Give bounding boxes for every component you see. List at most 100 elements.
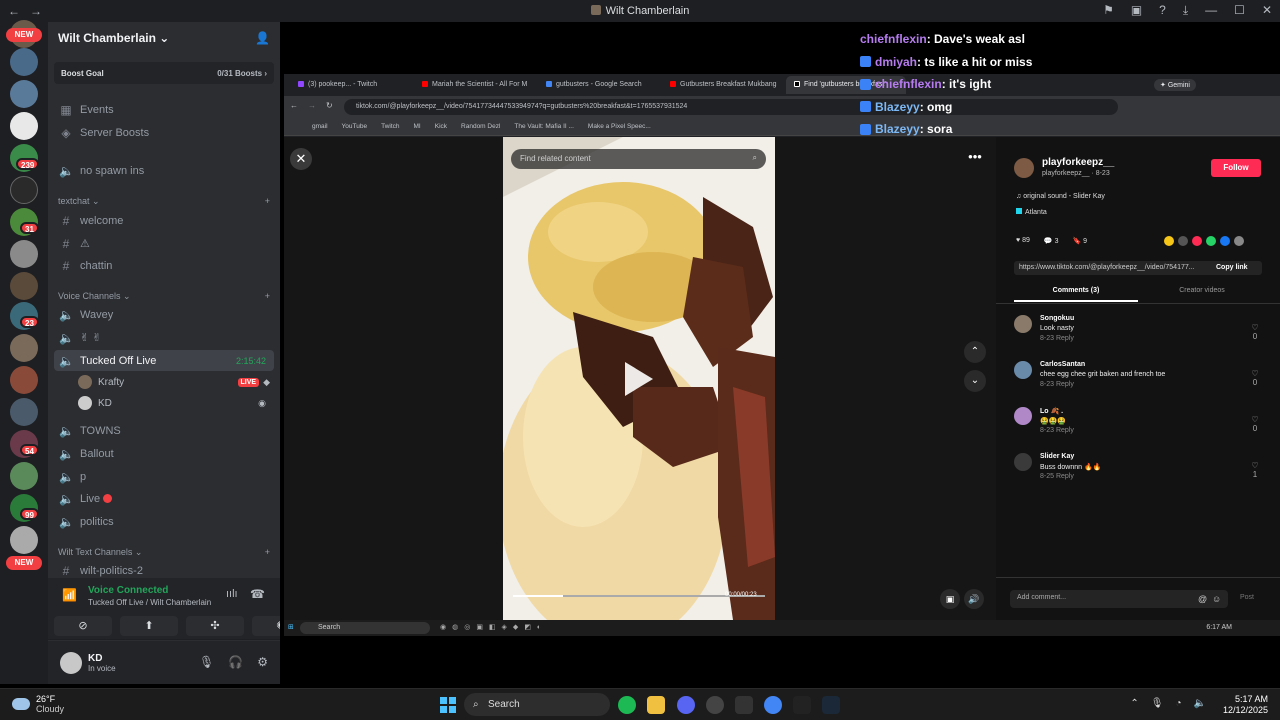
voice-channel-live[interactable]: 🔈 Live [54,488,274,509]
voice-channel-no-spawn[interactable]: 🔈 no spawn ins [54,160,274,181]
channel-warning[interactable]: # ⚠ [54,233,274,254]
weather-widget[interactable]: 26°F Cloudy [12,694,64,714]
server-icon[interactable] [10,176,38,204]
pip-icon[interactable]: ▣ [940,589,960,609]
taskbar-search[interactable]: ⌕ Search [464,693,610,716]
voice-channel-towns[interactable]: 🔈 TOWNS [54,420,274,441]
bookmark[interactable]: The Vault: Mafia II ... [514,123,574,130]
avatar[interactable] [1014,453,1032,471]
server-icon[interactable] [10,398,38,426]
author-avatar[interactable] [1014,158,1034,178]
server-icon[interactable] [10,80,38,108]
facebook-icon[interactable] [1220,236,1230,246]
voice-status[interactable]: Voice Connected [88,585,168,596]
author-name[interactable]: playforkeepz__ [1042,157,1114,168]
location-tag[interactable]: Atlanta [1016,208,1047,216]
copy-link-button[interactable]: Copy link [1216,264,1248,271]
bookmark[interactable]: Twitch [381,123,399,130]
share-screen-button[interactable]: ⬆ [120,616,178,636]
server-icon[interactable] [10,112,38,140]
forward-share-icon[interactable] [1234,236,1244,246]
like-button[interactable]: ♥ 89 [1016,237,1030,245]
close-video-button[interactable]: ✕ [290,148,312,170]
boost-goal[interactable]: Boost Goal 0/31 Boosts › [54,62,274,84]
post-button[interactable]: Post [1240,594,1254,601]
bookmark[interactable]: Random Dezl [461,123,500,130]
download-icon[interactable]: ⤓ [1183,3,1188,18]
channel-chattin[interactable]: # chattin [54,255,274,276]
avatar[interactable] [1014,361,1032,379]
volume-icon[interactable]: 🔊 [964,589,984,609]
comment-like[interactable]: ♡ 0 [1248,369,1262,387]
minimize-icon[interactable]: — [1205,3,1217,18]
voice-user-kd[interactable]: KD ◉ [78,393,270,413]
server-icon[interactable] [10,240,38,268]
follow-button[interactable]: Follow [1211,159,1261,177]
events-item[interactable]: ▦ Events [54,99,274,120]
avatar[interactable] [60,651,82,674]
share-icon[interactable] [1164,236,1174,246]
browser-tab[interactable]: Mariah the Scientist - All For M [414,76,534,94]
comment-like[interactable]: ♡ 0 [1248,323,1262,341]
close-icon[interactable]: ✕ [1262,3,1272,18]
mic-icon[interactable]: 🎙 [199,655,214,669]
disconnect-icon[interactable]: ☎ [250,587,265,601]
next-video-button[interactable]: ⌄ [964,370,986,392]
app-icon[interactable] [706,696,724,714]
tab-comments[interactable]: Comments (3) [1014,287,1138,302]
epic-games-icon[interactable] [735,696,753,714]
gemini-button[interactable]: ✦ Gemini [1154,79,1196,91]
voice-channel-ballout[interactable]: 🔈 Ballout [54,443,274,464]
server-icon[interactable] [10,334,38,362]
reload-icon[interactable]: ↻ [326,101,333,110]
previous-video-button[interactable]: ⌃ [964,341,986,363]
video-player[interactable]: 00:00/00:23 [503,137,775,620]
server-icon[interactable] [10,366,38,394]
chrome-icon[interactable] [764,696,782,714]
find-related-search[interactable]: Find related content ⌕ [511,149,766,169]
mic-icon[interactable]: 🎙 [1151,698,1164,709]
add-channel-icon[interactable]: + [265,547,270,558]
category-voice[interactable]: Voice Channels ⌄ + [58,291,270,302]
add-channel-icon[interactable]: + [265,291,270,302]
whatsapp-icon[interactable] [1206,236,1216,246]
browser-tab[interactable]: Gutbusters Breakfast Mukbang [662,76,782,94]
channel-welcome[interactable]: # welcome [54,210,274,231]
inbox-icon[interactable]: ⚑ [1103,3,1114,18]
server-icon[interactable] [10,272,38,300]
category-textchat[interactable]: textchat ⌄ + [58,196,270,207]
spotify-icon[interactable] [618,696,636,714]
add-friend-icon[interactable]: 👤 [255,31,270,45]
file-explorer-icon[interactable] [647,696,665,714]
voice-channel-politics[interactable]: 🔈 politics [54,511,274,532]
headphones-icon[interactable]: 🎧 [228,655,243,669]
app-icon[interactable] [793,696,811,714]
comment-like[interactable]: ♡ 1 [1248,461,1262,479]
wifi-icon[interactable]: ◔ [1176,698,1182,709]
screen-icon[interactable]: ▣ [1131,3,1142,18]
server-icon[interactable] [10,462,38,490]
bookmark[interactable]: MI [414,123,421,130]
chevron-up-icon[interactable]: ⌃ [1130,698,1138,709]
voice-user-krafty[interactable]: Krafty LIVE ◆ [78,372,270,392]
start-button[interactable] [440,697,456,713]
back-icon[interactable]: ← [290,101,298,110]
category-wilt-text[interactable]: Wilt Text Channels ⌄ + [58,547,270,558]
tab-creator-videos[interactable]: Creator videos [1140,287,1264,300]
activities-button[interactable]: ✣ [186,616,244,636]
browser-tab[interactable]: (3) pookeep... - Twitch [290,76,410,94]
server-boosts-item[interactable]: ◈ Server Boosts [54,122,274,143]
avatar[interactable] [1014,315,1032,333]
discord-icon[interactable] [677,696,695,714]
sound-link[interactable]: ♫ original sound - Slider Kay [1016,193,1105,200]
voice-channel-tucked-off-live[interactable]: 🔈 Tucked Off Live 2:15:42 [54,350,274,371]
server-icon[interactable] [10,526,38,554]
server-icon[interactable] [10,48,38,76]
settings-gear-icon[interactable]: ⚙ [257,655,268,669]
bookmark[interactable]: Make a Pixel Speec... [588,123,651,130]
mention-icon[interactable]: @ [1198,594,1207,604]
bookmark[interactable]: Kick [435,123,447,130]
speaker-icon[interactable]: 🔈 [1194,698,1206,709]
play-icon[interactable] [625,362,653,396]
save-button[interactable]: 🔖 9 [1072,237,1087,245]
